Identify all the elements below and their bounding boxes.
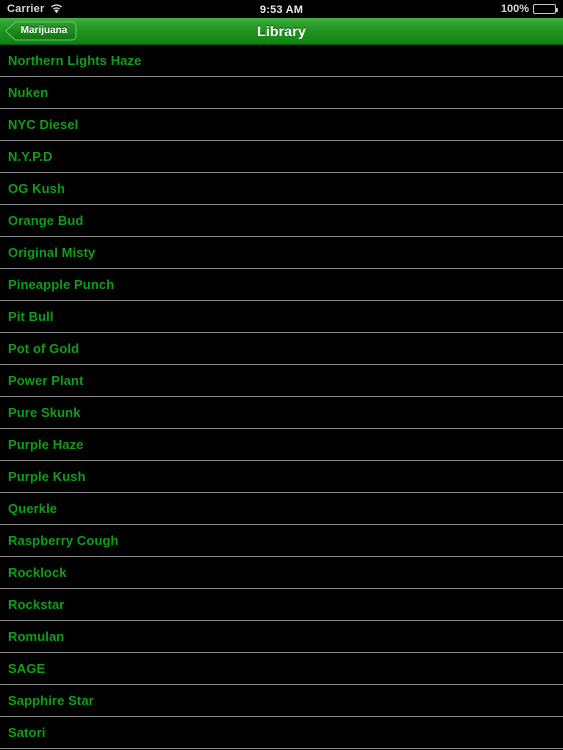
list-item-label: Pot of Gold (8, 341, 80, 356)
list-item-label: Rocklock (8, 565, 67, 580)
back-button[interactable]: Marijuana (5, 21, 77, 41)
list-item[interactable]: Power Plant (0, 365, 563, 397)
battery-icon (533, 4, 558, 14)
app-screen: Carrier 9:53 AM 100% Marijuana Library N… (0, 0, 563, 750)
battery-percent-label: 100% (500, 2, 529, 15)
list-item[interactable]: Orange Bud (0, 205, 563, 237)
list-item-label: N.Y.P.D (8, 149, 53, 164)
carrier-label: Carrier (7, 2, 45, 15)
list-item-label: Raspberry Cough (8, 533, 119, 548)
list-item-label: Power Plant (8, 373, 84, 388)
list-item[interactable]: Raspberry Cough (0, 525, 563, 557)
list-item[interactable]: Original Misty (0, 237, 563, 269)
back-button-shape (5, 21, 77, 41)
status-bar-center: 9:53 AM (0, 0, 563, 19)
list-item-label: Rockstar (8, 597, 65, 612)
list-item[interactable]: Purple Haze (0, 429, 563, 461)
list-item-label: Original Misty (8, 245, 96, 260)
list-item[interactable]: Nuken (0, 77, 563, 109)
list-item[interactable]: Querkle (0, 493, 563, 525)
list-item[interactable]: Pure Skunk (0, 397, 563, 429)
list-item[interactable]: Rockstar (0, 589, 563, 621)
list-item-label: Sapphire Star (8, 693, 94, 708)
list-item-label: Querkle (8, 501, 58, 516)
list-item[interactable]: Northern Lights Haze (0, 45, 563, 77)
status-bar: Carrier 9:53 AM 100% (0, 0, 563, 18)
list-item[interactable]: OG Kush (0, 173, 563, 205)
list-item[interactable]: Pit Bull (0, 301, 563, 333)
list-item-label: Purple Haze (8, 437, 84, 452)
list-item[interactable]: Purple Kush (0, 461, 563, 493)
list-item-label: Northern Lights Haze (8, 53, 142, 68)
list-item[interactable]: Pineapple Punch (0, 269, 563, 301)
list-item[interactable]: Pot of Gold (0, 333, 563, 365)
list-item-label: Purple Kush (8, 469, 86, 484)
list-item[interactable]: SAGE (0, 653, 563, 685)
list-item-label: Pineapple Punch (8, 277, 115, 292)
list-item[interactable]: Rocklock (0, 557, 563, 589)
clock-label: 9:53 AM (259, 3, 304, 16)
list-item[interactable]: Sapphire Star (0, 685, 563, 717)
list-item-label: Pure Skunk (8, 405, 81, 420)
list-item[interactable]: NYC Diesel (0, 109, 563, 141)
list-item-label: SAGE (8, 661, 46, 676)
list-item[interactable]: Satori (0, 717, 563, 749)
page-title: Library (257, 22, 306, 39)
list-item[interactable]: N.Y.P.D (0, 141, 563, 173)
list-item-label: Satori (8, 725, 46, 740)
list-item-label: OG Kush (8, 181, 66, 196)
list-item-label: NYC Diesel (8, 117, 79, 132)
navigation-bar: Marijuana Library (0, 18, 563, 45)
list-item-label: Orange Bud (8, 213, 84, 228)
status-bar-left: Carrier (7, 2, 63, 15)
wifi-icon (50, 4, 63, 14)
list-item-label: Romulan (8, 629, 65, 644)
status-bar-right: 100% (500, 2, 558, 15)
list-item-label: Pit Bull (8, 309, 54, 324)
list-item-label: Nuken (8, 85, 49, 100)
strain-list: Northern Lights Haze Nuken NYC Diesel N.Y.P… (0, 45, 563, 749)
list-item[interactable]: Romulan (0, 621, 563, 653)
